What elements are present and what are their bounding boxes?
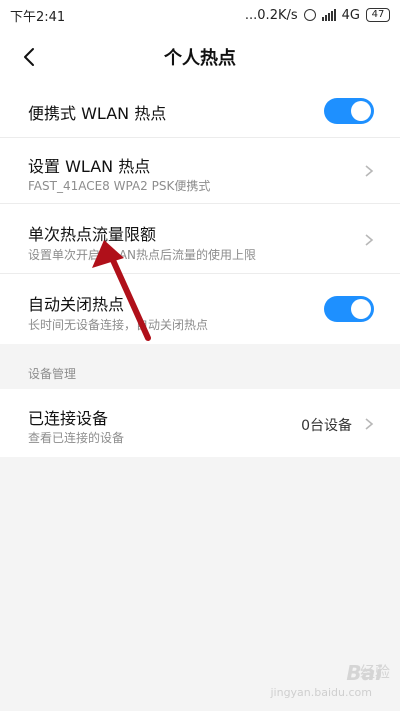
- section-title-device-management: 设备管理: [28, 367, 77, 381]
- connected-devices-subtitle: 查看已连接的设备: [28, 431, 125, 445]
- status-right: ...0.2K/s 4G 47: [245, 8, 390, 23]
- chevron-right-icon: [365, 234, 374, 246]
- portable-hotspot-row[interactable]: 便携式 WLAN 热点: [0, 84, 400, 138]
- connected-devices-row[interactable]: 已连接设备 查看已连接的设备 0台设备: [0, 389, 400, 457]
- auto-off-row[interactable]: 自动关闭热点 长时间无设备连接，自动关闭热点: [0, 274, 400, 344]
- chevron-right-icon: [365, 165, 374, 177]
- set-hotspot-subtitle: FAST_41ACE8 WPA2 PSK便携式: [28, 179, 211, 193]
- auto-off-toggle[interactable]: [324, 296, 374, 322]
- watermark-brand-suffix: 经验: [359, 663, 390, 681]
- top-app-bar: 个人热点: [0, 30, 400, 84]
- status-time: 下午2:41: [10, 9, 66, 25]
- alarm-icon: [303, 9, 316, 21]
- signal-icon: [321, 9, 336, 21]
- back-icon[interactable]: [18, 45, 42, 69]
- page-title: 个人热点: [164, 48, 236, 69]
- set-hotspot-row[interactable]: 设置 WLAN 热点 FAST_41ACE8 WPA2 PSK便携式: [0, 138, 400, 204]
- data-limit-label: 单次热点流量限额: [28, 225, 157, 244]
- data-limit-row[interactable]: 单次热点流量限额 设置单次开启WLAN热点后流量的使用上限: [0, 204, 400, 274]
- battery-icon: 47: [366, 8, 390, 22]
- portable-hotspot-label: 便携式 WLAN 热点: [28, 104, 167, 123]
- toggle-knob: [351, 101, 371, 121]
- auto-off-subtitle: 长时间无设备连接，自动关闭热点: [28, 318, 209, 332]
- watermark-url: jingyan.baidu.com: [270, 686, 372, 699]
- network-type: 4G: [341, 7, 360, 23]
- status-bar: 下午2:41 ...0.2K/s 4G 47: [0, 0, 400, 30]
- toggle-knob: [351, 299, 371, 319]
- chevron-right-icon: [365, 418, 374, 430]
- connected-devices-label: 已连接设备: [28, 409, 109, 428]
- set-hotspot-label: 设置 WLAN 热点: [28, 157, 151, 176]
- auto-off-label: 自动关闭热点: [28, 295, 125, 314]
- network-speed: ...0.2K/s: [244, 7, 298, 23]
- data-limit-subtitle: 设置单次开启WLAN热点后流量的使用上限: [28, 248, 257, 262]
- portable-hotspot-toggle[interactable]: [324, 98, 374, 124]
- connected-devices-count: 0台设备: [301, 418, 352, 434]
